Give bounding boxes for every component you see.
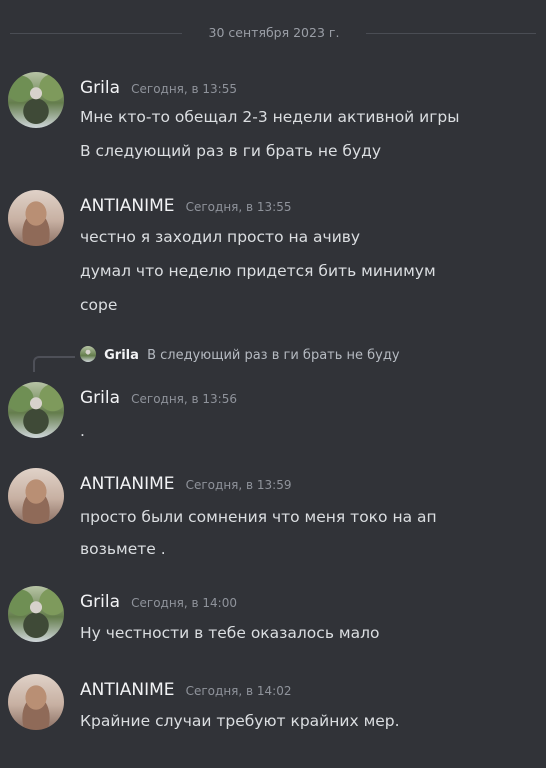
message-group: ANTIANIME Сегодня, в 14:02 Крайние случа… [0, 674, 546, 744]
reply-preview[interactable]: Grila В следующий раз в ги брать не буду [80, 346, 400, 366]
message-text: соре [80, 296, 118, 314]
message-group: ANTIANIME Сегодня, в 13:55 честно я захо… [0, 190, 546, 330]
avatar[interactable] [8, 586, 64, 642]
divider-date: 30 сентября 2023 г. [208, 25, 340, 40]
reply-avatar [80, 346, 96, 362]
avatar[interactable] [8, 674, 64, 730]
timestamp: Сегодня, в 13:55 [131, 82, 237, 96]
message-header: Grila Сегодня, в 14:00 [80, 592, 237, 614]
username[interactable]: Grila [80, 78, 120, 98]
avatar[interactable] [8, 72, 64, 128]
username[interactable]: Grila [80, 592, 120, 612]
message-header: ANTIANIME Сегодня, в 13:59 [80, 474, 291, 496]
message-group: Grila Сегодня, в 13:55 Мне кто-то обещал… [0, 72, 546, 172]
username[interactable]: Grila [80, 388, 120, 408]
message-text: . [80, 422, 85, 440]
username[interactable]: ANTIANIME [80, 680, 175, 700]
message-text: возьмете . [80, 540, 166, 558]
message-group: Grila Сегодня, в 13:56 . [0, 382, 546, 452]
message-text: просто были сомнения что меня токо на ап [80, 508, 437, 526]
username[interactable]: ANTIANIME [80, 196, 175, 216]
username[interactable]: ANTIANIME [80, 474, 175, 494]
message-text: думал что неделю придется бить минимум [80, 262, 436, 280]
divider-line-right [366, 33, 536, 34]
message-header: ANTIANIME Сегодня, в 13:55 [80, 196, 291, 218]
avatar[interactable] [8, 190, 64, 246]
message-text: Ну честности в тебе оказалось мало [80, 624, 380, 642]
timestamp: Сегодня, в 13:55 [185, 200, 292, 214]
message-header: Grila Сегодня, в 13:56 [80, 388, 237, 410]
reply-text: В следующий раз в ги брать не буду [147, 348, 400, 363]
timestamp: Сегодня, в 13:59 [185, 478, 292, 492]
message-group: ANTIANIME Сегодня, в 13:59 просто были с… [0, 468, 546, 568]
date-divider: 30 сентября 2023 г. [10, 24, 536, 42]
message-group: Grila Сегодня, в 14:00 Ну честности в те… [0, 586, 546, 656]
message-text: честно я заходил просто на ачиву [80, 228, 361, 246]
reply-spine [33, 356, 75, 372]
message-text: В следующий раз в ги брать не буду [80, 142, 382, 160]
timestamp: Сегодня, в 14:00 [131, 596, 237, 610]
divider-line-left [10, 33, 182, 34]
timestamp: Сегодня, в 14:02 [185, 684, 292, 698]
avatar[interactable] [8, 382, 64, 438]
message-header: Grila Сегодня, в 13:55 [80, 78, 237, 100]
avatar[interactable] [8, 468, 64, 524]
message-header: ANTIANIME Сегодня, в 14:02 [80, 680, 291, 702]
message-text: Мне кто-то обещал 2-3 недели активной иг… [80, 108, 460, 126]
message-text: Крайние случаи требуют крайних мер. [80, 712, 400, 730]
timestamp: Сегодня, в 13:56 [131, 392, 237, 406]
reply-username: Grila [104, 348, 139, 363]
